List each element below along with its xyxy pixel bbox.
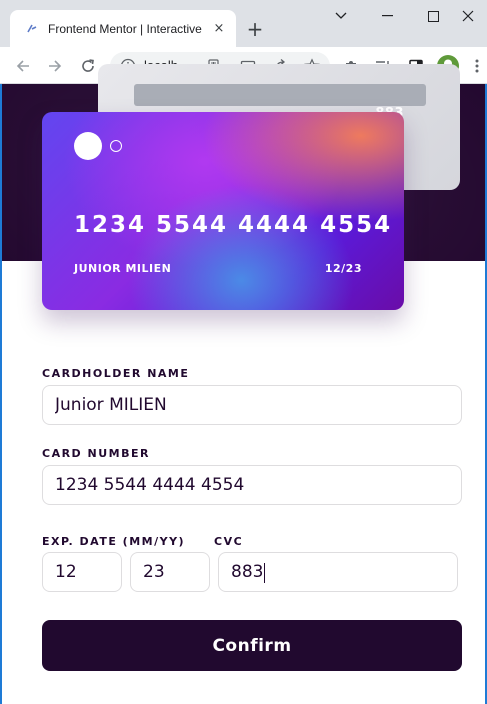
forward-arrow-icon[interactable] — [43, 54, 67, 78]
tab-close-icon[interactable]: × — [210, 20, 228, 38]
back-arrow-icon[interactable] — [11, 54, 35, 78]
confirm-button[interactable]: Confirm — [42, 620, 462, 671]
exp-month-input[interactable] — [42, 552, 122, 592]
close-window-icon[interactable] — [448, 2, 487, 30]
browser-tab[interactable]: Frontend Mentor | Interactive × — [10, 10, 236, 47]
card-front: 1234 5544 4444 4554 JUNIOR MILIEN 12/23 — [42, 112, 404, 310]
tab-search-chevron-icon[interactable] — [318, 2, 364, 30]
cardholder-name-input[interactable] — [42, 385, 462, 425]
exp-year-input[interactable] — [130, 552, 210, 592]
tab-title: Frontend Mentor | Interactive — [48, 21, 202, 36]
exp-date-label: EXP. DATE (MM/YY) — [42, 535, 186, 548]
browser-titlebar: Frontend Mentor | Interactive × + — [0, 0, 487, 47]
card-number-input[interactable] — [42, 465, 462, 505]
cvc-strip: 883 — [134, 84, 426, 121]
card-expiry-display: 12/23 — [324, 262, 362, 275]
minimize-icon[interactable] — [364, 2, 410, 30]
page-content: 883 1234 5544 4444 4554 JUNIOR MILIEN 12… — [0, 64, 487, 704]
reload-icon[interactable] — [76, 54, 100, 78]
card-number-display: 1234 5544 4444 4554 — [74, 212, 393, 238]
card-logo-outline-circle-icon — [110, 140, 122, 152]
text-caret — [264, 563, 265, 583]
card-logo-filled-circle-icon — [74, 132, 102, 160]
cvc-input[interactable] — [218, 552, 458, 592]
cvc-label: CVC — [214, 535, 244, 548]
frontend-mentor-favicon-icon — [24, 21, 40, 37]
card-holder-display: JUNIOR MILIEN — [74, 262, 172, 275]
cardholder-label: CARDHOLDER NAME — [42, 367, 190, 380]
card-number-label: CARD NUMBER — [42, 447, 150, 460]
new-tab-button[interactable]: + — [243, 17, 267, 41]
browser-menu-kebab-icon[interactable] — [470, 54, 484, 78]
